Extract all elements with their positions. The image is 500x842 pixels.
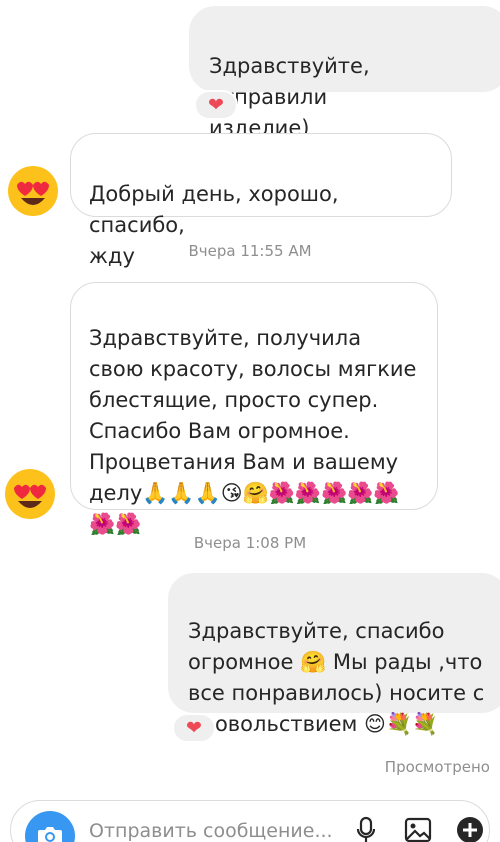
message-text: Здравствуйте, получила свою красоту, вол… [89,326,417,536]
plus-icon[interactable] [455,815,485,842]
heart-icon: ❤ [186,716,202,739]
seen-status: Просмотрено [384,758,490,776]
incoming-message[interactable]: Добрый день, хорошо, спасибо, жду [70,133,452,268]
heart-icon: ❤ [208,93,224,116]
message-input[interactable] [89,817,349,842]
heart-reaction[interactable]: ❤ [172,713,216,743]
heart-eyes-avatar-icon[interactable] [4,468,56,520]
heart-eyes-avatar-icon[interactable] [7,165,59,217]
microphone-icon[interactable] [351,815,381,842]
timestamp: Вчера 1:08 PM [193,534,307,552]
timestamp: Вчера 11:55 AM [188,242,312,260]
heart-reaction[interactable]: ❤ [194,90,238,120]
camera-button[interactable] [25,811,75,842]
message-composer [10,800,490,842]
message-text: Здравствуйте, спасибо огромное 🤗 Мы рады… [188,619,485,736]
outgoing-message[interactable]: Здравствуйте, спасибо огромное 🤗 Мы рады… [168,573,500,736]
camera-icon [38,827,62,842]
gallery-icon[interactable] [403,815,433,842]
outgoing-message[interactable]: Здравствуйте, отправили изделие) [189,6,500,140]
incoming-message[interactable]: Здравствуйте, получила свою красоту, вол… [70,282,438,536]
